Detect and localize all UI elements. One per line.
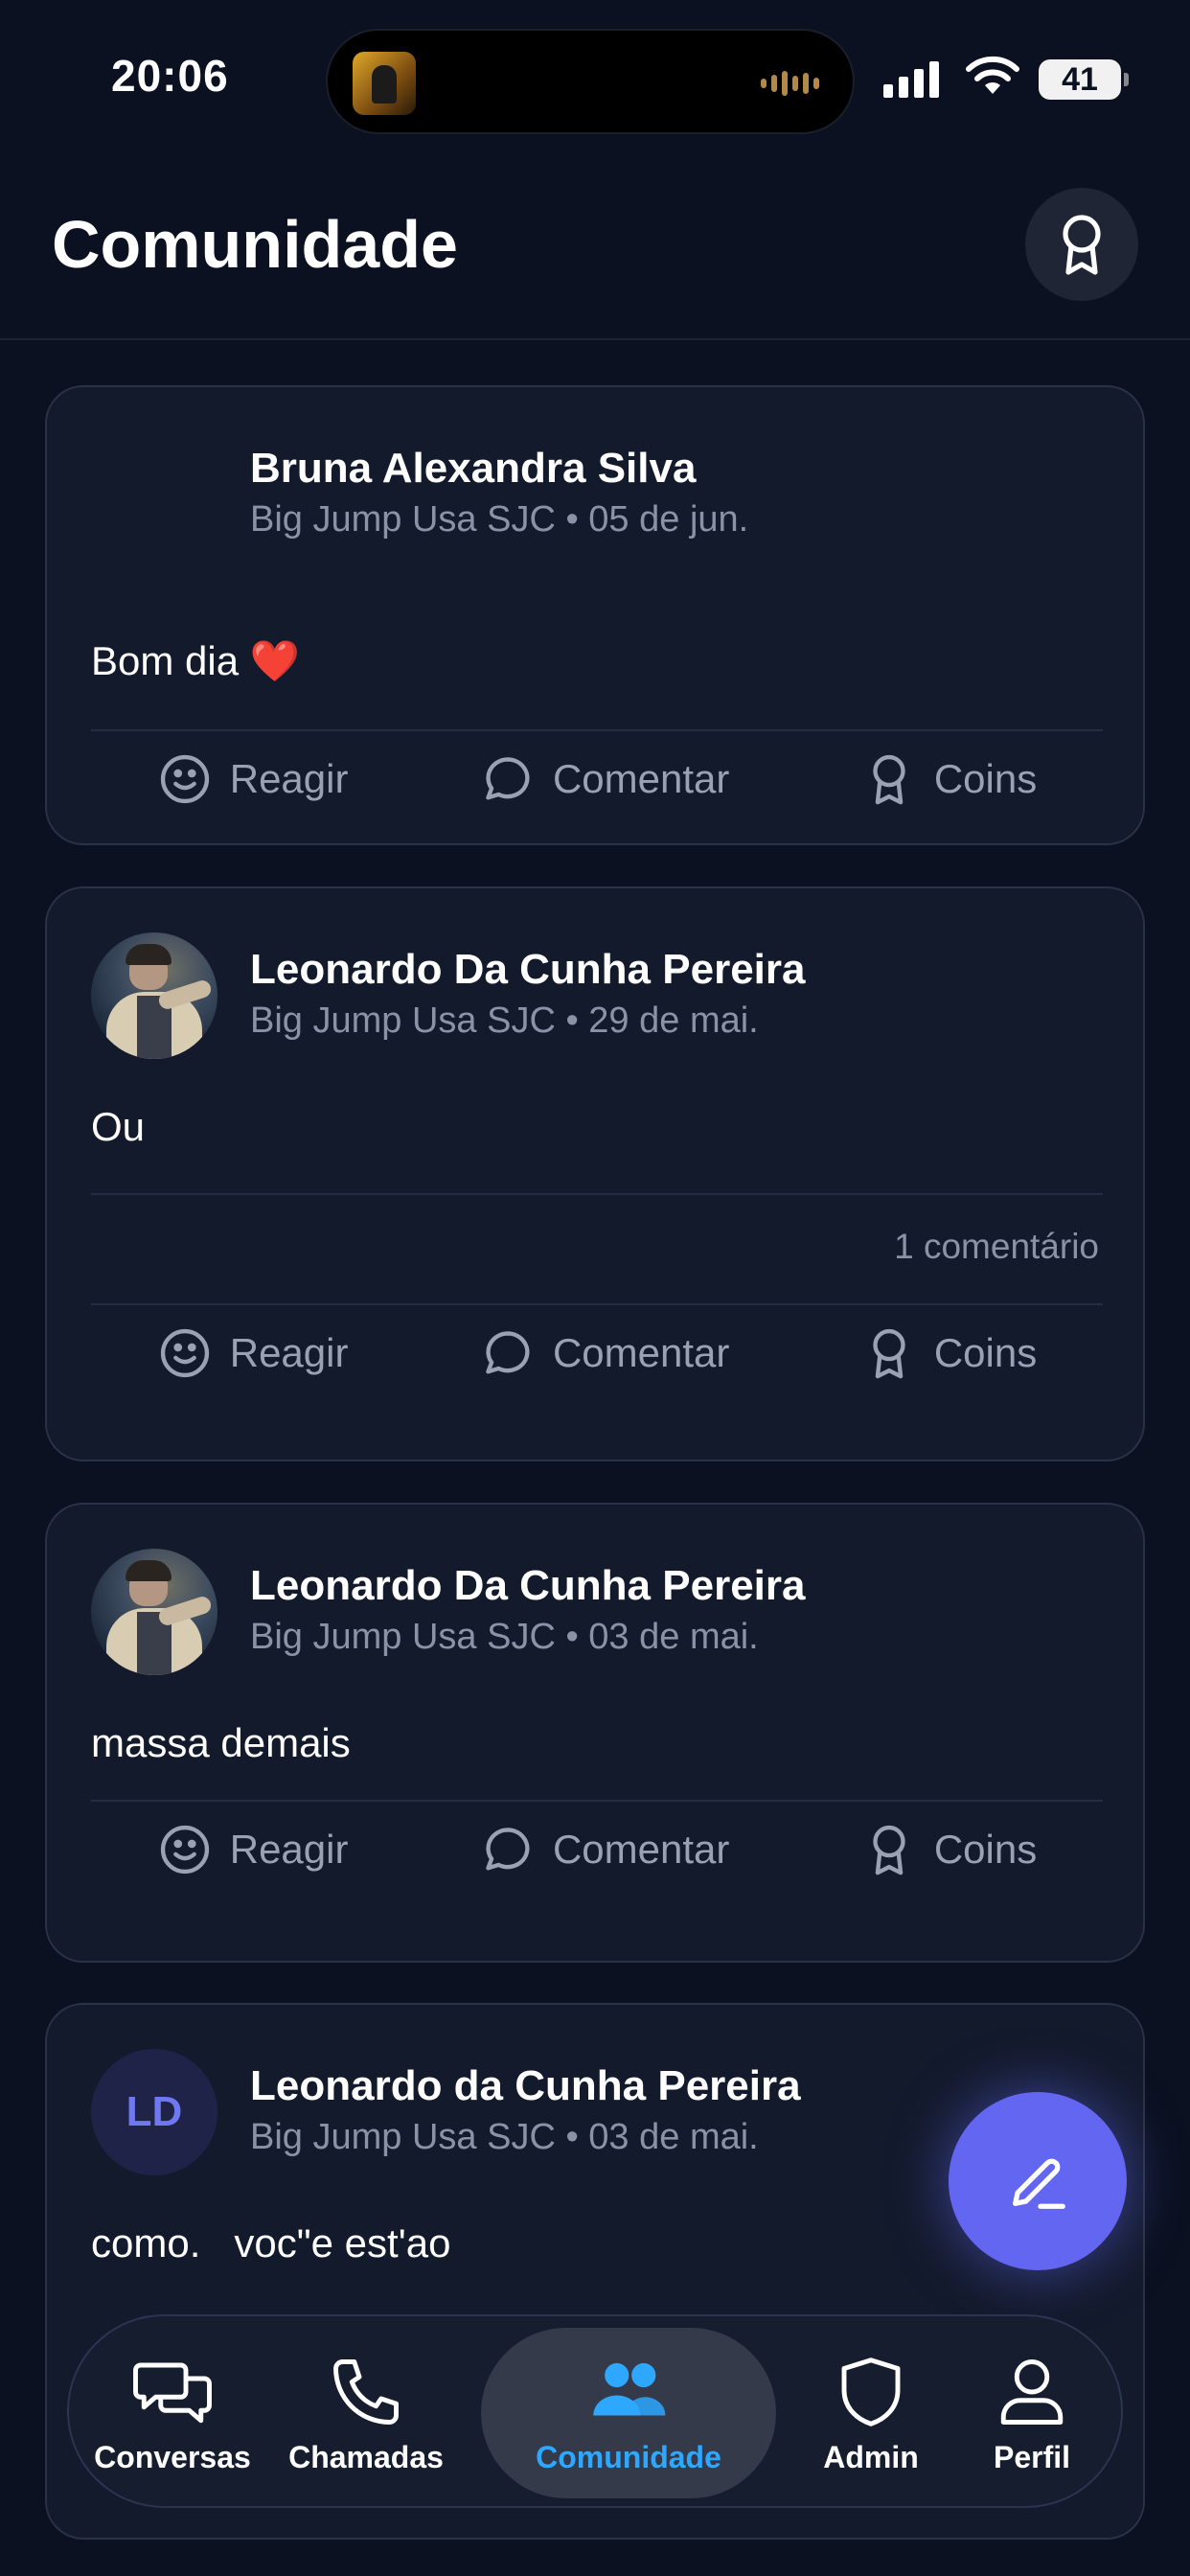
chat-bubbles-icon	[133, 2362, 212, 2423]
coins-label: Coins	[933, 756, 1038, 801]
comment-label: Comentar	[552, 756, 730, 801]
comment-button[interactable]: Comentar	[480, 1822, 729, 1877]
coins-label: Coins	[933, 1827, 1038, 1872]
comment-button[interactable]: Comentar	[480, 751, 729, 807]
react-button[interactable]: Reagir	[157, 751, 349, 807]
wifi-icon	[966, 56, 1019, 94]
coins-button[interactable]: Coins	[861, 1822, 1037, 1877]
post-text: massa demais	[91, 1720, 351, 1765]
avatar[interactable]	[91, 932, 217, 1059]
post-author[interactable]: Leonardo Da Cunha Pereira	[250, 946, 805, 994]
post-text: Bom dia ❤️	[91, 638, 301, 683]
coins-button[interactable]: Coins	[861, 1325, 1037, 1381]
comment-icon	[486, 1828, 530, 1871]
post-meta: Big Jump Usa SJC • 29 de mai.	[250, 1000, 759, 1041]
user-icon	[1000, 2358, 1064, 2425]
page-header: Comunidade	[0, 153, 1190, 340]
users-icon	[593, 2362, 666, 2415]
nav-item-chamadas[interactable]: Chamadas	[270, 2316, 462, 2510]
post-actions: Reagir Comentar Coins	[91, 731, 1103, 827]
react-button[interactable]: Reagir	[157, 1822, 349, 1877]
award-icon	[873, 754, 905, 805]
nav-item-admin[interactable]: Admin	[790, 2316, 952, 2510]
audio-wave-icon	[761, 69, 822, 98]
dynamic-island[interactable]	[326, 29, 855, 134]
bottom-nav: Conversas Chamadas Comunidade Admin Perf…	[67, 2314, 1123, 2508]
react-label: Reagir	[229, 1827, 349, 1872]
now-playing-artwork	[353, 52, 416, 115]
phone-icon	[333, 2358, 399, 2425]
post-text: Ou	[91, 1104, 146, 1149]
smile-icon	[160, 1825, 209, 1874]
nav-label: Chamadas	[288, 2439, 444, 2474]
nav-item-conversas[interactable]: Conversas	[77, 2316, 268, 2510]
smile-icon	[160, 1328, 209, 1378]
post-meta: Big Jump Usa SJC • 03 de mai.	[250, 1617, 759, 1657]
post-actions: Reagir Comentar Coins	[91, 1305, 1103, 1401]
nav-label: Comunidade	[536, 2439, 721, 2474]
cellular-signal-icon	[883, 61, 939, 98]
divider	[91, 1193, 1103, 1195]
post-author[interactable]: Leonardo Da Cunha Pereira	[250, 1562, 805, 1610]
coins-label: Coins	[933, 1330, 1038, 1375]
new-post-button[interactable]	[949, 2092, 1127, 2270]
award-icon	[873, 1328, 905, 1379]
post-meta: Big Jump Usa SJC • 03 de mai.	[250, 2117, 759, 2157]
comment-label: Comentar	[552, 1330, 730, 1375]
post-actions: Reagir Comentar Coins	[91, 1802, 1103, 1898]
pencil-icon	[1013, 2158, 1065, 2209]
avatar[interactable]: LD	[91, 2049, 217, 2175]
status-bar: 20:06 41	[0, 0, 1190, 153]
comment-icon	[486, 757, 530, 800]
coins-button[interactable]: Coins	[861, 751, 1037, 807]
page-title: Comunidade	[52, 207, 458, 282]
smile-icon	[160, 754, 209, 804]
shield-icon	[841, 2357, 901, 2426]
status-time: 20:06	[111, 51, 229, 101]
post-author[interactable]: Leonardo da Cunha Pereira	[250, 2062, 801, 2110]
nav-label: Conversas	[94, 2439, 251, 2474]
nav-label: Admin	[823, 2439, 919, 2474]
post-meta: Big Jump Usa SJC • 05 de jun.	[250, 499, 749, 540]
post-card[interactable]: Leonardo Da Cunha Pereira Big Jump Usa S…	[45, 1503, 1145, 1963]
award-icon	[1063, 215, 1101, 275]
comment-button[interactable]: Comentar	[480, 1325, 729, 1381]
avatar[interactable]	[91, 1549, 217, 1675]
nav-label: Perfil	[993, 2439, 1071, 2474]
nav-item-comunidade[interactable]: Comunidade	[481, 2328, 776, 2498]
battery-icon: 41	[1039, 59, 1129, 100]
award-button[interactable]	[1025, 188, 1138, 301]
comment-label: Comentar	[552, 1827, 730, 1872]
comment-count[interactable]: 1 comentário	[894, 1227, 1099, 1267]
post-card[interactable]: Bruna Alexandra Silva Big Jump Usa SJC •…	[45, 385, 1145, 845]
react-label: Reagir	[229, 1330, 349, 1375]
post-text: como. voc"e est'ao	[91, 2220, 451, 2266]
react-button[interactable]: Reagir	[157, 1325, 349, 1381]
comment-icon	[486, 1331, 530, 1374]
post-card[interactable]: Leonardo Da Cunha Pereira Big Jump Usa S…	[45, 886, 1145, 1461]
award-icon	[873, 1825, 905, 1875]
post-author[interactable]: Bruna Alexandra Silva	[250, 445, 696, 493]
react-label: Reagir	[229, 756, 349, 801]
nav-item-perfil[interactable]: Perfil	[950, 2316, 1113, 2510]
